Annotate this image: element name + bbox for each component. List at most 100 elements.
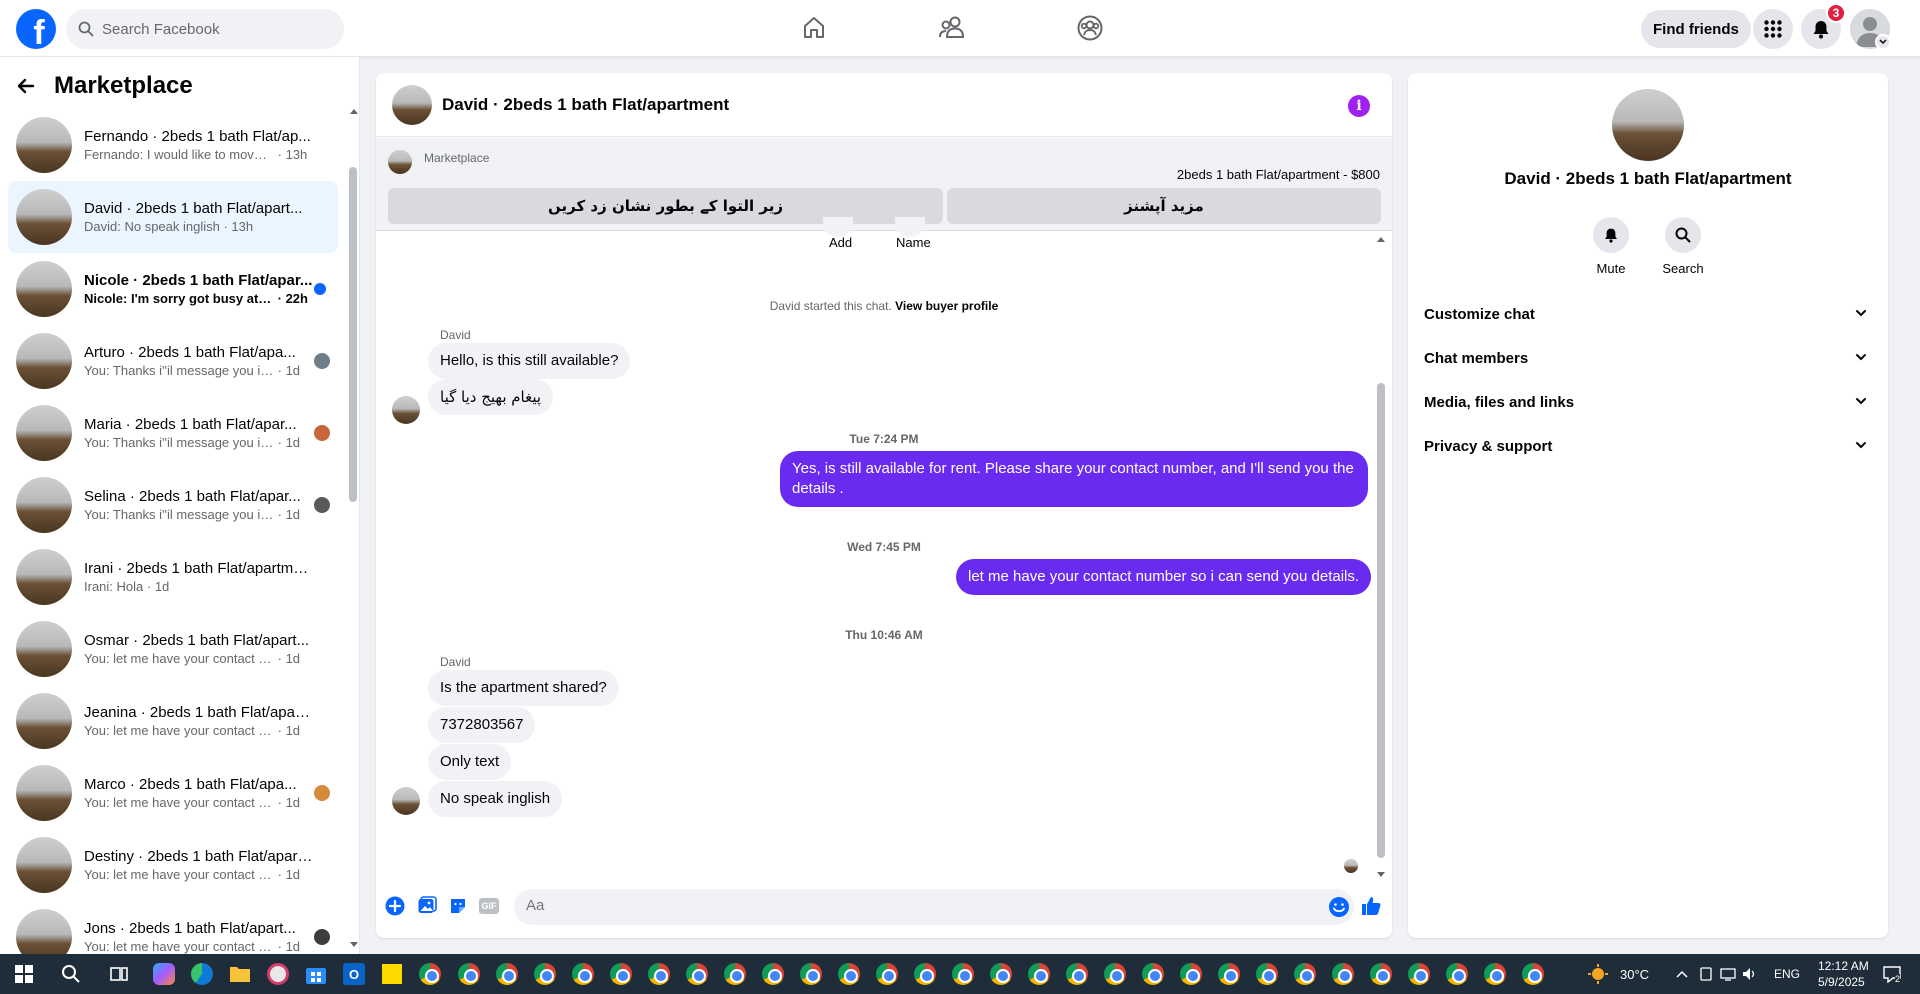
scrollbar-thumb[interactable] bbox=[1377, 383, 1385, 858]
conversation-item[interactable]: Arturo · 2beds 1 bath Flat/apa... You: T… bbox=[8, 325, 338, 397]
chrome-icon[interactable] bbox=[875, 962, 899, 986]
incoming-message[interactable]: پیغام بھیج دیا گیا bbox=[428, 379, 554, 415]
account-chevron-down-icon[interactable] bbox=[1875, 34, 1891, 50]
scroll-up-arrow-icon[interactable] bbox=[1377, 237, 1385, 242]
chrome-icon[interactable] bbox=[571, 962, 595, 986]
outgoing-message[interactable]: Yes, is still available for rent. Please… bbox=[780, 451, 1368, 507]
thumbs-up-icon[interactable] bbox=[1360, 895, 1382, 917]
file-explorer-icon[interactable] bbox=[228, 962, 252, 986]
chrome-icon[interactable] bbox=[1141, 962, 1165, 986]
conversation-item[interactable]: Selina · 2beds 1 bath Flat/apar... You: … bbox=[8, 469, 338, 541]
network-icon[interactable] bbox=[1716, 962, 1740, 986]
search-action[interactable]: Search bbox=[1653, 217, 1713, 276]
store-app-icon[interactable] bbox=[304, 962, 328, 986]
name-action-label[interactable]: Name bbox=[896, 235, 931, 250]
chat-members-section[interactable]: Chat members bbox=[1416, 336, 1880, 380]
info-icon[interactable]: i bbox=[1348, 95, 1370, 117]
menu-grid-icon[interactable] bbox=[1753, 9, 1793, 49]
chrome-icon[interactable] bbox=[1027, 962, 1051, 986]
home-icon[interactable] bbox=[798, 12, 830, 44]
incoming-message[interactable]: Only text bbox=[428, 744, 512, 780]
photo-gallery-icon[interactable] bbox=[416, 895, 438, 917]
clock-date[interactable]: 5/9/2025 bbox=[1818, 975, 1865, 989]
chrome-icon[interactable] bbox=[1521, 962, 1545, 986]
outgoing-message[interactable]: let me have your contact number so i can… bbox=[956, 559, 1372, 595]
scroll-up-arrow-icon[interactable] bbox=[350, 109, 358, 114]
windows-start-icon[interactable] bbox=[12, 962, 36, 986]
chrome-icon[interactable] bbox=[913, 962, 937, 986]
temperature-readout[interactable]: 30°C bbox=[1620, 967, 1649, 982]
message-input[interactable] bbox=[526, 897, 1306, 914]
view-buyer-profile-link[interactable]: View buyer profile bbox=[895, 299, 998, 313]
chrome-icon[interactable] bbox=[1483, 962, 1507, 986]
sticky-notes-icon[interactable] bbox=[380, 962, 404, 986]
groups-icon[interactable] bbox=[1074, 12, 1106, 44]
tablet-icon[interactable] bbox=[1694, 962, 1718, 986]
more-options-button[interactable]: مزید آپشنز bbox=[947, 188, 1381, 224]
conversation-item[interactable]: Osmar · 2beds 1 bath Flat/apart... You: … bbox=[8, 613, 338, 685]
privacy-support-section[interactable]: Privacy & support bbox=[1416, 424, 1880, 468]
sidebar-scrollbar[interactable] bbox=[349, 109, 358, 947]
sender-avatar[interactable] bbox=[392, 396, 420, 424]
volume-icon[interactable] bbox=[1738, 962, 1762, 986]
emoji-icon[interactable] bbox=[1328, 896, 1350, 923]
facebook-logo[interactable]: f bbox=[16, 9, 56, 49]
gif-icon[interactable]: GIF bbox=[478, 895, 500, 917]
sender-avatar[interactable] bbox=[392, 787, 420, 815]
name-contact-icon[interactable] bbox=[895, 217, 925, 237]
media-files-links-section[interactable]: Media, files and links bbox=[1416, 380, 1880, 424]
taskbar-search-icon[interactable] bbox=[59, 962, 83, 986]
conversation-item-active[interactable]: David · 2beds 1 bath Flat/apart... David… bbox=[8, 181, 338, 253]
clock-time[interactable]: 12:12 AM bbox=[1818, 959, 1869, 973]
friends-icon[interactable] bbox=[936, 12, 968, 44]
chrome-icon[interactable] bbox=[1065, 962, 1089, 986]
listing-price[interactable]: 2beds 1 bath Flat/apartment - $800 bbox=[1177, 167, 1380, 182]
incoming-message[interactable]: No speak inglish bbox=[428, 781, 563, 817]
chrome-icon[interactable] bbox=[837, 962, 861, 986]
chat-scrollbar[interactable] bbox=[1376, 237, 1386, 877]
chrome-icon[interactable] bbox=[1103, 962, 1127, 986]
chrome-icon[interactable] bbox=[609, 962, 633, 986]
show-hidden-icons-chevron-up-icon[interactable] bbox=[1670, 962, 1694, 986]
chrome-icon[interactable] bbox=[457, 962, 481, 986]
chrome-icon[interactable] bbox=[799, 962, 823, 986]
conversation-item[interactable]: Maria · 2beds 1 bath Flat/apar... You: T… bbox=[8, 397, 338, 469]
customize-chat-section[interactable]: Customize chat bbox=[1416, 292, 1880, 336]
back-arrow-icon[interactable] bbox=[16, 76, 36, 96]
chat-avatar[interactable] bbox=[392, 84, 432, 125]
scroll-down-arrow-icon[interactable] bbox=[1377, 872, 1385, 877]
incoming-message[interactable]: Hello, is this still available? bbox=[428, 343, 631, 379]
add-contact-icon[interactable] bbox=[823, 217, 853, 237]
outlook-icon[interactable]: O bbox=[342, 962, 366, 986]
info-avatar[interactable] bbox=[1612, 89, 1684, 161]
chrome-icon[interactable] bbox=[495, 962, 519, 986]
search-box[interactable] bbox=[66, 9, 344, 49]
message-input-wrapper[interactable] bbox=[514, 889, 1354, 925]
input-language-indicator[interactable]: ENG bbox=[1774, 967, 1800, 981]
plus-circle-icon[interactable] bbox=[384, 895, 406, 917]
sticker-icon[interactable] bbox=[447, 895, 469, 917]
conversation-item[interactable]: Marco · 2beds 1 bath Flat/apa... You: le… bbox=[8, 757, 338, 829]
incoming-message[interactable]: 7372803567 bbox=[428, 707, 536, 743]
conversation-item[interactable]: Irani · 2beds 1 bath Flat/apartme... Ira… bbox=[8, 541, 338, 613]
chrome-icon[interactable] bbox=[533, 962, 557, 986]
chrome-icon[interactable] bbox=[1179, 962, 1203, 986]
chrome-icon[interactable] bbox=[685, 962, 709, 986]
find-friends-button[interactable]: Find friends bbox=[1641, 10, 1751, 48]
task-view-icon[interactable] bbox=[107, 962, 131, 986]
chrome-icon[interactable] bbox=[1407, 962, 1431, 986]
chrome-icon[interactable] bbox=[1369, 962, 1393, 986]
conversation-item-unread[interactable]: Nicole · 2beds 1 bath Flat/apar... Nicol… bbox=[8, 253, 338, 325]
conversation-item[interactable]: Destiny · 2beds 1 bath Flat/apart... You… bbox=[8, 829, 338, 901]
scroll-down-arrow-icon[interactable] bbox=[350, 942, 358, 947]
chrome-icon[interactable] bbox=[418, 962, 442, 986]
action-center-icon[interactable] bbox=[1880, 962, 1904, 986]
search-icon[interactable] bbox=[1665, 217, 1701, 253]
conversation-item[interactable]: Fernando · 2beds 1 bath Flat/ap... Ferna… bbox=[8, 109, 338, 181]
chrome-icon[interactable] bbox=[951, 962, 975, 986]
weather-icon[interactable] bbox=[1586, 962, 1610, 986]
chrome-icon[interactable] bbox=[723, 962, 747, 986]
scrollbar-thumb[interactable] bbox=[349, 167, 357, 502]
chrome-icon[interactable] bbox=[1255, 962, 1279, 986]
conversation-item[interactable]: Jons · 2beds 1 bath Flat/apart... You: l… bbox=[8, 901, 338, 954]
